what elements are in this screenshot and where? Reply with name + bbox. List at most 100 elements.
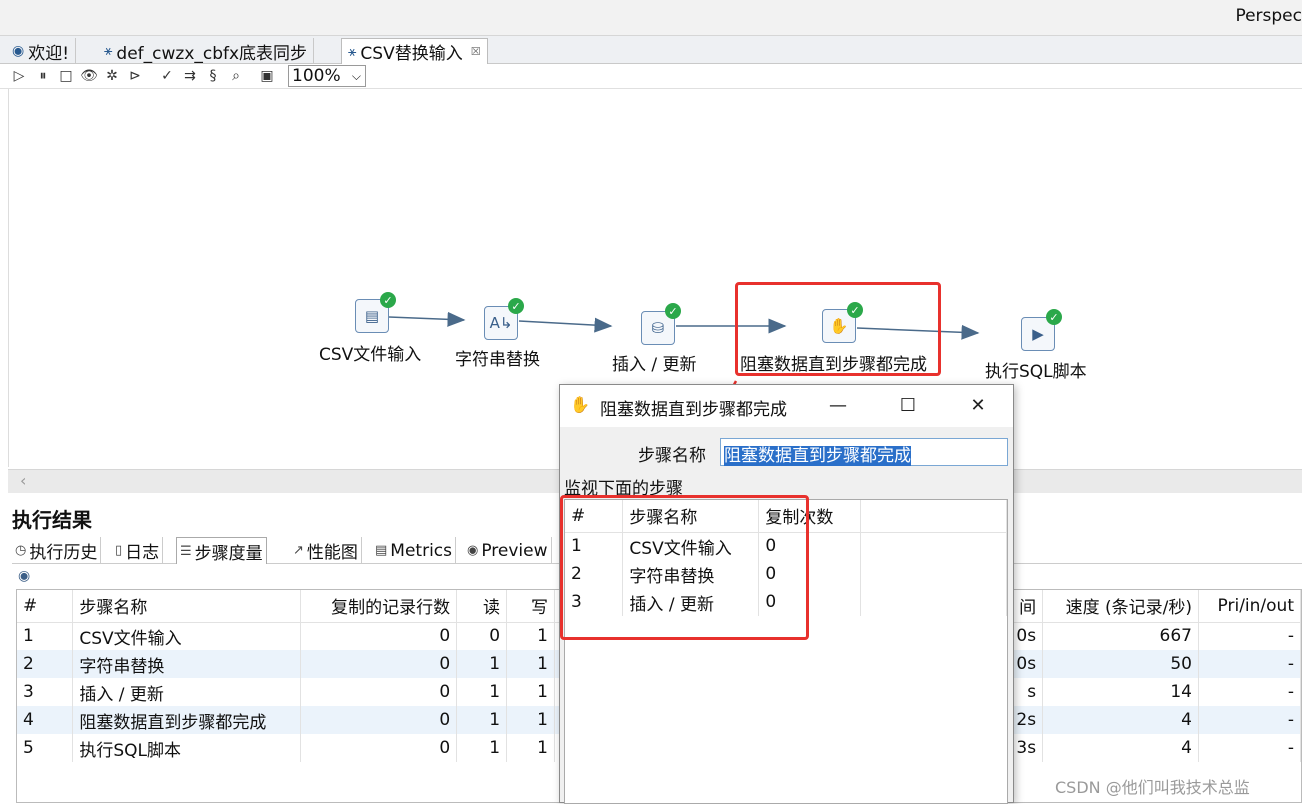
string-replace-icon: A↳ <box>489 314 513 332</box>
cell-write: 1 <box>506 622 555 650</box>
step-label: 字符串替换 <box>455 350 540 370</box>
tab-label: CSV替换输入 <box>360 44 463 64</box>
cell-speed: 4 <box>1042 734 1199 762</box>
csv-file-icon: ▤ <box>364 307 380 325</box>
tab-label: Metrics <box>390 540 453 561</box>
column-header[interactable]: 读 <box>456 590 508 623</box>
tab-metrics[interactable]: ▤ Metrics <box>372 537 457 564</box>
run-icon[interactable]: ▷ <box>10 67 28 85</box>
tab-step-metrics[interactable]: ☰ 步骤度量 <box>176 537 267 564</box>
step-label: 执行SQL脚本 <box>985 362 1087 382</box>
highlight-box <box>735 282 941 376</box>
stop-icon[interactable]: □ <box>57 67 75 85</box>
highlight-box <box>560 495 809 640</box>
minimize-icon[interactable]: — <box>818 391 858 419</box>
success-check-icon: ✓ <box>665 303 681 319</box>
success-check-icon: ✓ <box>380 292 396 308</box>
cell-index: 5 <box>17 734 74 762</box>
results-title: 执行结果 <box>12 508 92 532</box>
step-label: CSV文件输入 <box>319 345 422 365</box>
chevron-down-icon: ⌵ <box>351 69 361 83</box>
sql-script-icon: ▶ <box>1032 325 1044 343</box>
column-header[interactable]: # <box>17 590 74 623</box>
tab-label: 步骤度量 <box>194 543 263 564</box>
hop-line <box>518 317 613 333</box>
close-icon[interactable]: ☒ <box>471 45 481 58</box>
top-bar: Perspec <box>0 0 1302 36</box>
close-icon[interactable]: ✕ <box>958 391 998 419</box>
dialog-title: 阻塞数据直到步骤都完成 <box>600 400 787 420</box>
column-header[interactable]: Pri/in/out <box>1198 590 1301 623</box>
cell-write: 1 <box>506 706 555 734</box>
cell-copied: 0 <box>300 706 458 734</box>
tab-preview[interactable]: ◉ Preview <box>464 537 552 564</box>
scroll-left-icon[interactable]: ‹ <box>20 471 26 490</box>
cell-copied: 0 <box>300 734 458 762</box>
transform-icon: ⚹ <box>104 43 113 59</box>
impact-icon[interactable]: ⇉ <box>181 67 199 85</box>
column-header[interactable]: 步骤名称 <box>72 590 302 623</box>
pause-icon[interactable]: ⏸ <box>34 67 52 85</box>
explore-db-icon[interactable]: ⌕ <box>227 67 245 85</box>
debug-icon[interactable]: ✲ <box>103 67 121 85</box>
cell-step-name: 阻塞数据直到步骤都完成 <box>72 706 302 734</box>
column-header[interactable]: 写 <box>506 590 555 623</box>
success-check-icon: ✓ <box>508 298 524 314</box>
column-header-empty <box>860 500 1007 533</box>
list-icon: ☰ <box>180 543 192 559</box>
maximize-icon[interactable]: ☐ <box>888 391 928 419</box>
tab-log[interactable]: ▯ 日志 <box>112 537 164 564</box>
block-hand-icon: ✋ <box>570 395 590 414</box>
replay-icon[interactable]: ⊳ <box>126 67 144 85</box>
sql-icon[interactable]: § <box>204 67 222 85</box>
cell-speed: 667 <box>1042 622 1199 650</box>
show-icon[interactable]: ◉ <box>18 568 30 584</box>
cell-read: 1 <box>456 678 508 706</box>
tab-history[interactable]: ◷ 执行历史 <box>12 537 102 564</box>
verify-icon[interactable]: ✓ <box>158 67 176 85</box>
tab-csv-replace[interactable]: ⚹ CSV替换输入 ☒ <box>341 38 488 64</box>
insert-update-icon: ⛁ <box>651 319 665 337</box>
cell-read: 1 <box>456 650 508 678</box>
clock-icon: ◷ <box>15 543 27 558</box>
transform-icon: ⚹ <box>348 43 357 60</box>
eye-icon: ◉ <box>467 543 479 558</box>
cell-step-name: 插入 / 更新 <box>72 678 302 706</box>
preview-icon[interactable]: 👁 <box>80 67 98 85</box>
chart-icon: ↗ <box>293 543 304 558</box>
tab-def-cwzx[interactable]: ⚹ def_cwzx_cbfx底表同步 <box>98 38 315 64</box>
column-header[interactable]: 复制的记录行数 <box>300 590 458 623</box>
cell-pri: - <box>1198 734 1301 762</box>
cell-write: 1 <box>506 734 555 762</box>
cell-read: 0 <box>456 622 508 650</box>
cell-speed: 4 <box>1042 706 1199 734</box>
cell-speed: 14 <box>1042 678 1199 706</box>
editor-toolbar: ▷ ⏸ □ 👁 ✲ ⊳ ✓ ⇉ § ⌕ ▣ 100% ⌵ <box>0 64 1302 89</box>
metrics-icon: ▤ <box>375 543 388 558</box>
tab-performance[interactable]: ↗ 性能图 <box>290 537 362 564</box>
cell-index: 4 <box>17 706 74 734</box>
cell-copied: 0 <box>300 678 458 706</box>
cell-index: 3 <box>17 678 74 706</box>
column-header[interactable]: 速度 (条记录/秒) <box>1042 590 1199 623</box>
log-icon: ▯ <box>115 543 123 558</box>
globe-icon: ◉ <box>12 43 25 59</box>
cell-index: 1 <box>17 622 74 650</box>
cell-write: 1 <box>506 678 555 706</box>
cell-empty <box>860 532 1007 560</box>
cell-step-name: CSV文件输入 <box>72 622 302 650</box>
cell-copied: 0 <box>300 622 458 650</box>
tab-label: 执行历史 <box>29 543 98 563</box>
cell-step-name: 执行SQL脚本 <box>72 734 302 762</box>
zoom-select[interactable]: 100% ⌵ <box>288 65 366 87</box>
cell-pri: - <box>1198 622 1301 650</box>
cell-pri: - <box>1198 678 1301 706</box>
editor-tabs: ◉ 欢迎! ⚹ def_cwzx_cbfx底表同步 ⚹ CSV替换输入 ☒ <box>0 36 1302 64</box>
hop-line <box>388 311 466 327</box>
cell-read: 1 <box>456 706 508 734</box>
tab-welcome[interactable]: ◉ 欢迎! <box>6 38 77 64</box>
perspective-label[interactable]: Perspec <box>1235 6 1302 26</box>
tab-label: 性能图 <box>306 543 358 563</box>
step-name-input[interactable]: 阻塞数据直到步骤都完成 <box>720 438 1008 466</box>
align-icon[interactable]: ▣ <box>258 67 276 85</box>
